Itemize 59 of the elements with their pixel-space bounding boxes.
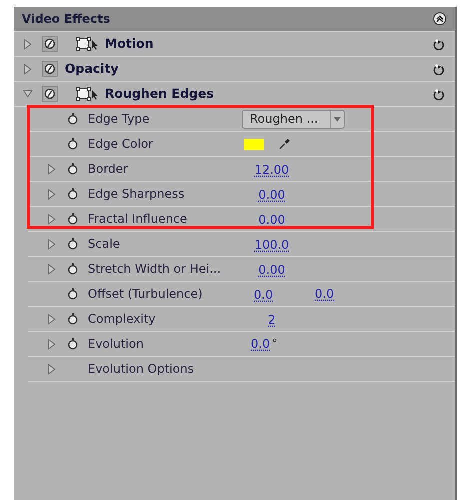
expand-triangle-icon[interactable] xyxy=(24,38,32,50)
parameter-value[interactable]: 100.0 xyxy=(254,238,290,252)
parameter-name: Stretch Width or Hei... xyxy=(88,261,222,278)
edge-type-dropdown[interactable]: Roughen ... xyxy=(242,110,345,128)
parameter-value[interactable]: 0.00 xyxy=(258,263,286,277)
collapse-icon[interactable] xyxy=(433,12,447,26)
expand-triangle-icon[interactable] xyxy=(48,339,56,350)
stopwatch-icon[interactable] xyxy=(68,338,78,350)
stopwatch-icon[interactable] xyxy=(68,113,78,125)
parameter-name: Complexity xyxy=(88,311,157,328)
expand-triangle-icon[interactable] xyxy=(48,314,56,325)
stopwatch-icon[interactable] xyxy=(68,288,78,300)
reset-icon[interactable] xyxy=(433,62,445,76)
effect-toggle-icon[interactable] xyxy=(42,86,58,102)
unit-label: ° xyxy=(272,336,278,352)
effect-name: Opacity xyxy=(65,60,119,78)
parameter-value[interactable]: 0.00 xyxy=(258,188,286,202)
expand-triangle-icon[interactable] xyxy=(48,264,56,275)
parameter-name: Scale xyxy=(88,236,122,253)
expand-triangle-icon[interactable] xyxy=(48,239,56,250)
parameter-name: Edge Sharpness xyxy=(88,186,186,203)
reset-icon[interactable] xyxy=(433,38,445,50)
effect-name: Motion xyxy=(105,34,154,53)
parameter-name: Evolution xyxy=(88,336,145,353)
transform-icon[interactable] xyxy=(76,37,98,51)
parameter-value[interactable]: 0.00 xyxy=(258,213,286,227)
expand-triangle-icon[interactable] xyxy=(24,64,32,74)
stopwatch-icon[interactable] xyxy=(68,238,78,250)
expand-triangle-icon[interactable] xyxy=(48,189,56,200)
parameter-name: Edge Type xyxy=(88,111,151,128)
stopwatch-icon[interactable] xyxy=(68,163,78,175)
parameter-name: Evolution Options xyxy=(88,361,196,378)
parameter-value[interactable]: 0.0 xyxy=(251,335,270,353)
expand-triangle-icon[interactable] xyxy=(48,164,56,175)
dropdown-arrow-icon xyxy=(334,116,341,122)
parameter-name: Edge Color xyxy=(88,136,154,153)
transform-icon[interactable] xyxy=(76,87,98,101)
parameter-name: Border xyxy=(88,161,130,178)
effect-toggle-icon[interactable] xyxy=(42,61,58,77)
color-swatch[interactable] xyxy=(244,138,264,150)
parameter-value[interactable]: 0.0 xyxy=(315,285,334,303)
parameter-name: Offset (Turbulence) xyxy=(88,286,204,303)
stopwatch-icon[interactable] xyxy=(68,188,78,200)
stopwatch-icon[interactable] xyxy=(68,313,78,325)
expand-triangle-icon[interactable] xyxy=(48,364,56,375)
parameter-value[interactable]: 0.0 xyxy=(254,288,274,302)
stopwatch-icon[interactable] xyxy=(68,138,78,150)
parameter-name: Fractal Influence xyxy=(88,211,188,228)
parameter-value[interactable]: 12.00 xyxy=(254,163,290,177)
parameter-value[interactable]: 2 xyxy=(268,313,276,327)
reset-icon[interactable] xyxy=(433,88,445,100)
eyedropper-icon[interactable] xyxy=(279,138,291,150)
effect-name: Roughen Edges xyxy=(105,84,214,103)
stopwatch-icon[interactable] xyxy=(68,263,78,275)
stopwatch-icon[interactable] xyxy=(68,213,78,225)
expand-triangle-icon[interactable] xyxy=(48,214,56,225)
expand-triangle-icon[interactable] xyxy=(23,90,33,98)
panel-title: Video Effects xyxy=(22,11,110,28)
effect-toggle-icon[interactable] xyxy=(42,36,58,52)
